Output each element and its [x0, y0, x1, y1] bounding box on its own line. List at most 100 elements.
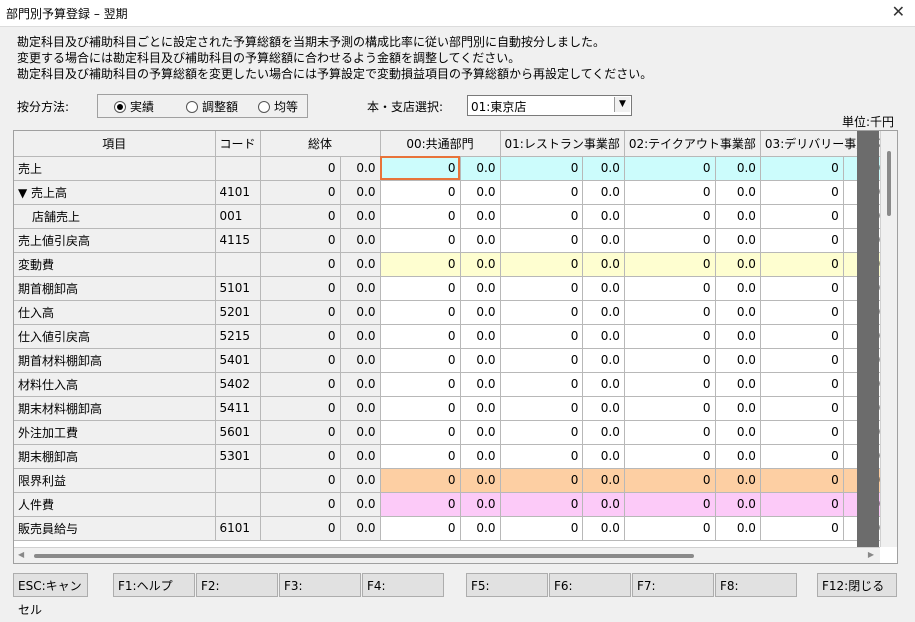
- f5-button[interactable]: F5:: [466, 573, 548, 597]
- ratio-cell[interactable]: 0.0: [582, 372, 625, 397]
- scroll-left-icon[interactable]: ◀: [18, 550, 24, 559]
- f3-button[interactable]: F3:: [279, 573, 361, 597]
- ratio-cell[interactable]: 0.0: [460, 420, 501, 445]
- vertical-scrollbar[interactable]: [880, 131, 897, 547]
- amount-cell[interactable]: 0: [500, 396, 584, 421]
- ratio-cell[interactable]: 0.0: [715, 276, 761, 301]
- amount-cell[interactable]: 0: [380, 420, 461, 445]
- amount-cell[interactable]: 0: [624, 516, 716, 541]
- amount-cell[interactable]: 0: [380, 180, 461, 205]
- amount-cell[interactable]: 0: [624, 252, 716, 277]
- ratio-cell[interactable]: 0.0: [715, 324, 761, 349]
- ratio-cell[interactable]: 0.0: [715, 492, 761, 517]
- ratio-cell[interactable]: 0.0: [460, 156, 501, 181]
- amount-cell[interactable]: 0: [624, 468, 716, 493]
- ratio-cell[interactable]: 0.0: [582, 156, 625, 181]
- amount-cell[interactable]: 0: [624, 492, 716, 517]
- amount-cell[interactable]: 0: [624, 180, 716, 205]
- amount-cell[interactable]: 0: [380, 468, 461, 493]
- ratio-cell[interactable]: 0.0: [582, 204, 625, 229]
- ratio-cell[interactable]: 0.0: [460, 444, 501, 469]
- ratio-cell[interactable]: 0.0: [460, 300, 501, 325]
- amount-cell[interactable]: 0: [500, 180, 584, 205]
- scroll-right-icon[interactable]: ▶: [868, 550, 874, 559]
- amount-cell[interactable]: 0: [624, 204, 716, 229]
- amount-cell[interactable]: 0: [760, 444, 844, 469]
- amount-cell[interactable]: 0: [500, 204, 584, 229]
- amount-cell[interactable]: 0: [760, 372, 844, 397]
- amount-cell[interactable]: 0: [500, 372, 584, 397]
- amount-cell[interactable]: 0: [380, 444, 461, 469]
- f4-button[interactable]: F4:: [362, 573, 444, 597]
- ratio-cell[interactable]: 0.0: [715, 444, 761, 469]
- amount-cell[interactable]: 0: [380, 204, 461, 229]
- ratio-cell[interactable]: 0.0: [582, 300, 625, 325]
- ratio-cell[interactable]: 0.0: [460, 228, 501, 253]
- amount-cell[interactable]: 0: [760, 420, 844, 445]
- amount-cell[interactable]: 0: [624, 396, 716, 421]
- amount-cell[interactable]: 0: [760, 156, 844, 181]
- amount-cell[interactable]: 0: [760, 180, 844, 205]
- ratio-cell[interactable]: 0.0: [460, 348, 501, 373]
- f8-button[interactable]: F8:: [715, 573, 797, 597]
- ratio-cell[interactable]: 0.0: [582, 324, 625, 349]
- amount-cell[interactable]: 0: [624, 276, 716, 301]
- ratio-cell[interactable]: 0.0: [582, 180, 625, 205]
- ratio-cell[interactable]: 0.0: [715, 300, 761, 325]
- ratio-cell[interactable]: 0.0: [582, 420, 625, 445]
- ratio-cell[interactable]: 0.0: [460, 252, 501, 277]
- amount-cell[interactable]: 0: [380, 516, 461, 541]
- ratio-cell[interactable]: 0.0: [715, 180, 761, 205]
- ratio-cell[interactable]: 0.0: [715, 468, 761, 493]
- ratio-cell[interactable]: 0.0: [715, 372, 761, 397]
- f6-button[interactable]: F6:: [549, 573, 631, 597]
- amount-cell[interactable]: 0: [624, 156, 716, 181]
- ratio-cell[interactable]: 0.0: [582, 276, 625, 301]
- ratio-cell[interactable]: 0.0: [582, 516, 625, 541]
- amount-cell[interactable]: 0: [760, 228, 844, 253]
- amount-cell[interactable]: 0: [624, 372, 716, 397]
- ratio-cell[interactable]: 0.0: [460, 516, 501, 541]
- amount-cell[interactable]: 0: [380, 228, 461, 253]
- ratio-cell[interactable]: 0.0: [715, 516, 761, 541]
- amount-cell[interactable]: 0: [380, 492, 461, 517]
- amount-cell[interactable]: 0: [380, 324, 461, 349]
- amount-cell[interactable]: 0: [380, 372, 461, 397]
- amount-cell[interactable]: 0: [760, 204, 844, 229]
- amount-cell[interactable]: 0: [624, 300, 716, 325]
- amount-cell[interactable]: 0: [760, 300, 844, 325]
- ratio-cell[interactable]: 0.0: [715, 396, 761, 421]
- ratio-cell[interactable]: 0.0: [460, 468, 501, 493]
- ratio-cell[interactable]: 0.0: [460, 180, 501, 205]
- ratio-cell[interactable]: 0.0: [715, 420, 761, 445]
- amount-cell[interactable]: 0: [500, 348, 584, 373]
- amount-cell[interactable]: 0: [380, 156, 461, 181]
- ratio-cell[interactable]: 0.0: [582, 228, 625, 253]
- amount-cell[interactable]: 0: [500, 324, 584, 349]
- close-icon[interactable]: ✕: [892, 2, 905, 21]
- amount-cell[interactable]: 0: [500, 300, 584, 325]
- horizontal-scrollbar[interactable]: ◀ ▶: [14, 547, 880, 563]
- amount-cell[interactable]: 0: [500, 468, 584, 493]
- branch-select[interactable]: 01:東京店 ▼: [467, 95, 632, 116]
- amount-cell[interactable]: 0: [760, 348, 844, 373]
- f1-help-button[interactable]: F1:ヘルプ: [113, 573, 195, 597]
- amount-cell[interactable]: 0: [760, 252, 844, 277]
- ratio-cell[interactable]: 0.0: [582, 396, 625, 421]
- ratio-cell[interactable]: 0.0: [715, 156, 761, 181]
- esc-cancel-button[interactable]: ESC:キャンセル: [13, 573, 88, 617]
- amount-cell[interactable]: 0: [500, 420, 584, 445]
- radio-equal[interactable]: 均等: [258, 98, 298, 115]
- amount-cell[interactable]: 0: [500, 444, 584, 469]
- amount-cell[interactable]: 0: [760, 516, 844, 541]
- amount-cell[interactable]: 0: [760, 396, 844, 421]
- radio-actual[interactable]: 実績: [114, 98, 154, 115]
- amount-cell[interactable]: 0: [624, 324, 716, 349]
- ratio-cell[interactable]: 0.0: [460, 204, 501, 229]
- amount-cell[interactable]: 0: [760, 276, 844, 301]
- horizontal-scroll-thumb[interactable]: [34, 554, 694, 558]
- amount-cell[interactable]: 0: [500, 252, 584, 277]
- amount-cell[interactable]: 0: [500, 276, 584, 301]
- ratio-cell[interactable]: 0.0: [460, 492, 501, 517]
- f7-button[interactable]: F7:: [632, 573, 714, 597]
